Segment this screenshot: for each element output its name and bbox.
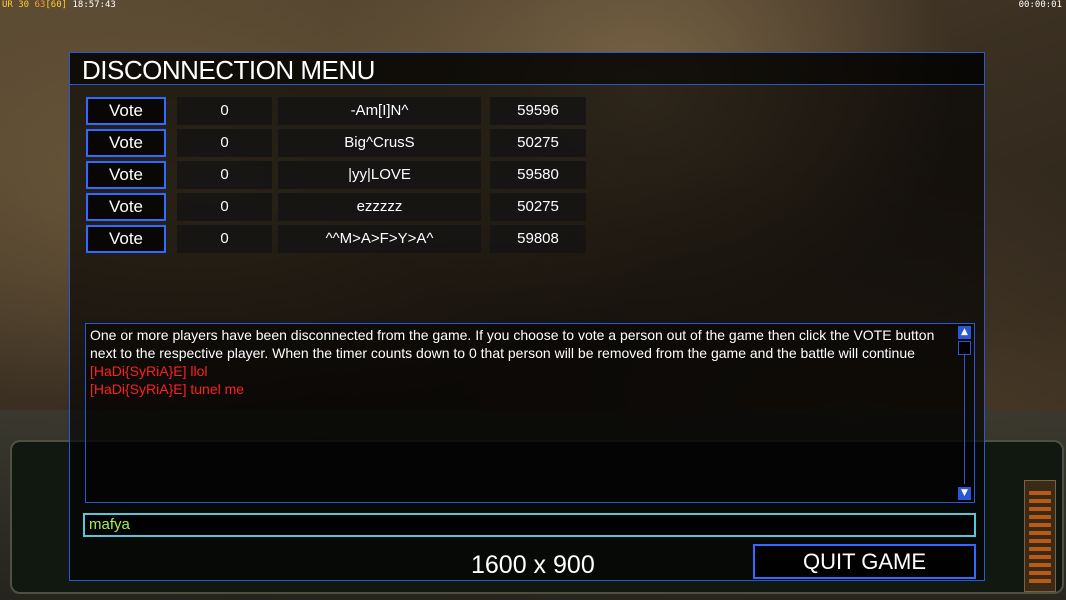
system-message: One or more players have been disconnect… — [90, 327, 935, 361]
arrow-down-icon[interactable]: ▼ — [958, 487, 971, 500]
fps-value-a: 30 — [18, 0, 30, 10]
message-log[interactable]: One or more players have been disconnect… — [85, 323, 975, 503]
fps-value-c: [60] — [45, 0, 68, 10]
fps-value-b: 63 — [34, 0, 46, 10]
dialog-title-bar: DISCONNECTION MENU — [70, 53, 984, 85]
fps-readout: UR 30 63[60] 18:57:43 — [2, 0, 116, 10]
vote-button[interactable]: Vote — [86, 225, 166, 253]
player-name: Big^CrusS — [278, 129, 481, 157]
chat-line: [HaDi{SyRiA}E] llol — [90, 363, 208, 379]
vote-count: 0 — [177, 193, 272, 221]
player-timer: 50275 — [490, 193, 586, 221]
vote-button[interactable]: Vote — [86, 129, 166, 157]
arrow-up-icon[interactable]: ▲ — [958, 326, 971, 339]
player-name: -Am[I]N^ — [278, 97, 481, 125]
player-timer: 50275 — [490, 129, 586, 157]
vote-count: 0 — [177, 225, 272, 253]
vote-count: 0 — [177, 129, 272, 157]
player-name: ezzzzz — [278, 193, 481, 221]
disconnection-dialog: DISCONNECTION MENU Vote 0 -Am[I]N^ 59596… — [69, 52, 985, 581]
vote-button[interactable]: Vote — [86, 97, 166, 125]
game-timer: 00:00:01 — [1018, 0, 1062, 10]
vote-count: 0 — [177, 161, 272, 189]
player-name: ^^M>A>F>Y>A^ — [278, 225, 481, 253]
chat-line: [HaDi{SyRiA}E] tunel me — [90, 381, 245, 397]
player-timer: 59808 — [490, 225, 586, 253]
player-timer: 59580 — [490, 161, 586, 189]
vote-button[interactable]: Vote — [86, 193, 166, 221]
message-text: One or more players have been disconnect… — [90, 326, 956, 398]
scroll-thumb[interactable] — [958, 341, 971, 355]
player-timer: 59596 — [490, 97, 586, 125]
resolution-label: 1600 x 900 — [471, 551, 595, 579]
dialog-title: DISCONNECTION MENU — [82, 55, 375, 85]
power-meter — [1024, 480, 1056, 592]
chat-input[interactable]: mafya — [83, 513, 976, 537]
ur-label: UR — [2, 0, 13, 10]
vote-button[interactable]: Vote — [86, 161, 166, 189]
scrollbar[interactable]: ▲ ▼ — [958, 326, 972, 500]
player-name: |yy|LOVE — [278, 161, 481, 189]
clock: 18:57:43 — [72, 0, 116, 10]
vote-count: 0 — [177, 97, 272, 125]
quit-game-button[interactable]: QUIT GAME — [753, 544, 976, 579]
scroll-track — [964, 354, 965, 484]
